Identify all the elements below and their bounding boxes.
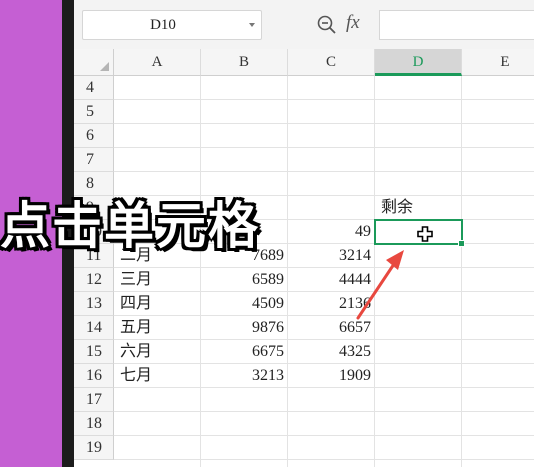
cell-c13[interactable]: 2136 <box>288 292 375 316</box>
row-header-5[interactable]: 5 <box>74 100 114 124</box>
cell-c11[interactable]: 3214 <box>288 244 375 268</box>
cell-c10[interactable]: 49 <box>288 220 375 244</box>
zoom-icon[interactable] <box>316 14 338 36</box>
cell-a13[interactable]: 四月 <box>114 292 201 316</box>
column-header-c[interactable]: C <box>288 49 375 76</box>
row-header-6[interactable]: 6 <box>74 124 114 148</box>
row-header-7[interactable]: 7 <box>74 148 114 172</box>
name-box-value: D10 <box>150 17 176 33</box>
cell-b14[interactable]: 9876 <box>201 316 288 340</box>
column-header-e[interactable]: E <box>462 49 534 76</box>
overlay-caption: 点击单元格 <box>0 197 260 255</box>
cell-a16[interactable]: 七月 <box>114 364 201 388</box>
column-header-d[interactable]: D <box>375 49 462 76</box>
row-header-13[interactable]: 13 <box>74 292 114 316</box>
cell-b16[interactable]: 3213 <box>201 364 288 388</box>
row-header-4[interactable]: 4 <box>74 76 114 100</box>
cell-a14[interactable]: 五月 <box>114 316 201 340</box>
fx-button[interactable]: fx <box>346 12 360 34</box>
cell-b13[interactable]: 4509 <box>201 292 288 316</box>
select-all-icon[interactable] <box>100 62 109 71</box>
cell-b12[interactable]: 6589 <box>201 268 288 292</box>
cell-a12[interactable]: 三月 <box>114 268 201 292</box>
formula-input[interactable] <box>379 10 534 40</box>
row-header-14[interactable]: 14 <box>74 316 114 340</box>
formula-bar: D10 fx <box>74 0 534 50</box>
fill-handle[interactable] <box>458 240 465 247</box>
dropdown-arrow-icon[interactable] <box>249 23 255 27</box>
column-header-a[interactable]: A <box>114 49 201 76</box>
row-header-16[interactable]: 16 <box>74 364 114 388</box>
column-header-b[interactable]: B <box>201 49 288 76</box>
row-header-12[interactable]: 12 <box>74 268 114 292</box>
cell-c15[interactable]: 4325 <box>288 340 375 364</box>
cell-d9[interactable]: 剩余 <box>375 196 462 220</box>
row-header-17[interactable]: 17 <box>74 388 114 412</box>
cell-c14[interactable]: 6657 <box>288 316 375 340</box>
name-box[interactable]: D10 <box>82 10 262 40</box>
cell-c16[interactable]: 1909 <box>288 364 375 388</box>
row-header-19[interactable]: 19 <box>74 436 114 460</box>
cell-b15[interactable]: 6675 <box>201 340 288 364</box>
select-all-corner[interactable] <box>74 49 114 76</box>
cell-c12[interactable]: 4444 <box>288 268 375 292</box>
cell-a15[interactable]: 六月 <box>114 340 201 364</box>
row-header-18[interactable]: 18 <box>74 412 114 436</box>
plus-cursor-icon <box>417 226 433 242</box>
row-header-15[interactable]: 15 <box>74 340 114 364</box>
